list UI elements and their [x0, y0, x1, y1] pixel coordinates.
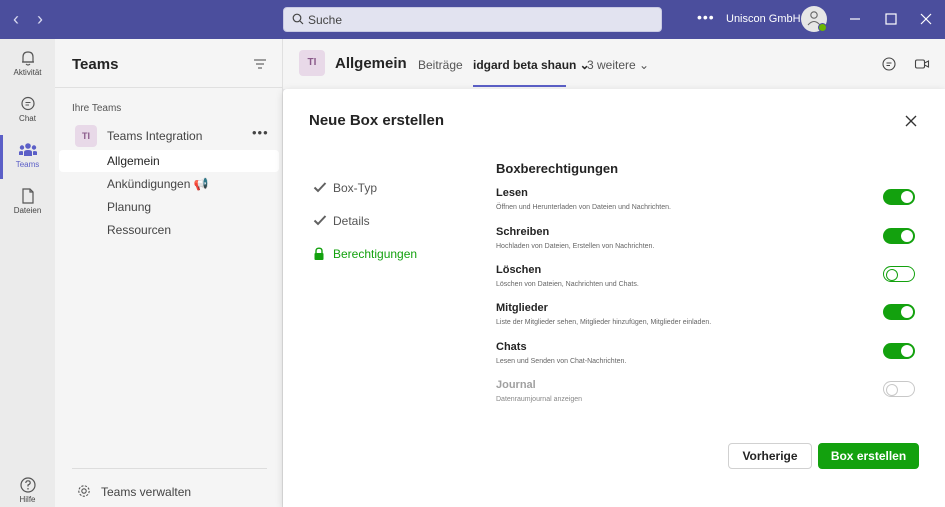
checkmark-icon: [313, 215, 327, 226]
filter-button[interactable]: [253, 57, 267, 75]
rail-item-teams[interactable]: Teams: [0, 135, 55, 179]
gear-icon: [78, 485, 90, 497]
video-camera-icon: [914, 59, 930, 69]
permission-description: Löschen von Dateien, Nachrichten und Cha…: [496, 281, 639, 288]
permission-chats: Chats Lesen und Senden von Chat-Nachrich…: [496, 341, 916, 365]
step-label: Details: [333, 214, 370, 228]
divider: [72, 468, 267, 469]
manage-teams-label: Teams verwalten: [101, 485, 192, 499]
permission-title: Journal: [496, 379, 536, 391]
permission-description: Öffnen und Herunterladen von Dateien und…: [496, 204, 671, 211]
minimize-button[interactable]: [847, 11, 863, 27]
back-arrow-icon[interactable]: ‹: [6, 9, 26, 29]
permission-description: Liste der Mitglieder sehen, Mitglieder h…: [496, 319, 712, 326]
tab-idgard[interactable]: idgard beta shaun ⌄: [473, 58, 590, 72]
permissions-heading: Boxberechtigungen: [496, 161, 619, 176]
app-rail: Aktivität Chat Teams Dateien Hilfe: [0, 39, 55, 507]
rail-label: Hilfe: [19, 495, 36, 504]
dialog-title: Neue Box erstellen: [309, 112, 445, 129]
toggle-write[interactable]: [883, 228, 915, 244]
team-avatar: TI: [299, 50, 325, 76]
section-label: Ihre Teams: [72, 103, 122, 114]
toggle-members[interactable]: [883, 304, 915, 320]
create-box-dialog: Neue Box erstellen Box-Typ Details Berec…: [283, 89, 945, 507]
permission-title: Schreiben: [496, 226, 550, 238]
channel-title: Allgemein: [335, 55, 407, 72]
rail-item-chat[interactable]: Chat: [0, 89, 55, 133]
permission-description: Datenraumjournal anzeigen: [496, 396, 582, 403]
close-icon: [920, 13, 932, 25]
toggle-journal: [883, 381, 915, 397]
forward-arrow-icon[interactable]: ›: [30, 9, 50, 29]
rail-item-activity[interactable]: Aktivität: [0, 43, 55, 87]
chat-icon: [20, 96, 35, 111]
checkmark-icon: [313, 182, 327, 193]
step-label: Berechtigungen: [333, 247, 418, 261]
team-name[interactable]: Teams Integration: [107, 129, 202, 143]
rail-label: Teams: [15, 160, 40, 169]
channel-item-planung[interactable]: Planung: [59, 196, 279, 218]
meet-button[interactable]: [914, 56, 930, 77]
team-more-button[interactable]: •••: [252, 125, 269, 140]
search-icon: [292, 13, 304, 25]
more-options-button[interactable]: •••: [697, 9, 715, 25]
create-box-button[interactable]: Box erstellen: [818, 443, 919, 469]
chat-icon: [882, 57, 896, 71]
search-input[interactable]: Suche: [283, 7, 662, 32]
team-avatar: TI: [75, 125, 97, 147]
minimize-icon: [850, 18, 860, 20]
toggle-chats[interactable]: [883, 343, 915, 359]
maximize-button[interactable]: [883, 11, 899, 27]
permission-delete: Löschen Löschen von Dateien, Nachrichten…: [496, 264, 916, 288]
rail-label: Dateien: [13, 206, 42, 215]
permission-title: Löschen: [496, 264, 542, 276]
divider: [55, 87, 283, 88]
channel-item-ankuendigungen[interactable]: Ankündigungen 📢: [59, 173, 279, 195]
active-tab-indicator: [473, 85, 566, 87]
permission-journal: Journal Datenraumjournal anzeigen: [496, 379, 916, 403]
permission-description: Hochladen von Dateien, Erstellen von Nac…: [496, 243, 655, 250]
permission-description: Lesen und Senden von Chat-Nachrichten.: [496, 358, 627, 365]
panel-title: Teams: [72, 56, 119, 73]
permission-title: Mitglieder: [496, 302, 548, 314]
permission-read: Lesen Öffnen und Herunterladen von Datei…: [496, 187, 916, 211]
rail-label: Aktivität: [13, 68, 42, 77]
close-window-button[interactable]: [918, 11, 934, 27]
organization-name[interactable]: Uniscon GmbH: [726, 13, 801, 25]
conversation-button[interactable]: [881, 56, 897, 77]
tab-more[interactable]: 3 weitere ⌄: [587, 58, 649, 72]
file-icon: [21, 188, 34, 204]
teams-icon: [18, 143, 37, 156]
channel-item-allgemein[interactable]: Allgemein: [59, 150, 279, 172]
close-icon: [905, 115, 917, 127]
close-dialog-button[interactable]: [905, 114, 917, 132]
channel-header: TI Allgemein Beiträge idgard beta shaun …: [283, 39, 945, 89]
help-icon: [19, 477, 36, 493]
step-label: Box-Typ: [333, 181, 378, 195]
tab-posts[interactable]: Beiträge: [418, 58, 463, 72]
permission-title: Chats: [496, 341, 527, 353]
rail-label: Chat: [19, 114, 36, 123]
rail-item-help[interactable]: Hilfe: [0, 470, 55, 507]
maximize-icon: [885, 13, 897, 25]
permission-write: Schreiben Hochladen von Dateien, Erstell…: [496, 226, 916, 250]
bell-icon: [21, 51, 34, 66]
lock-icon: [314, 247, 324, 260]
filter-icon: [254, 59, 266, 69]
rail-item-files[interactable]: Dateien: [0, 181, 55, 225]
title-bar: ‹ › Suche ••• Uniscon GmbH: [0, 0, 945, 39]
presence-indicator: [818, 23, 827, 32]
active-indicator: [0, 135, 3, 179]
channel-item-ressourcen[interactable]: Ressourcen: [59, 219, 279, 241]
toggle-read[interactable]: [883, 189, 915, 205]
teams-panel: Teams Ihre Teams TI Teams Integration ••…: [55, 39, 283, 507]
toggle-delete[interactable]: [883, 266, 915, 282]
permission-members: Mitglieder Liste der Mitglieder sehen, M…: [496, 302, 916, 326]
permission-title: Lesen: [496, 187, 528, 199]
previous-button[interactable]: Vorherige: [728, 443, 812, 469]
search-placeholder: Suche: [308, 13, 343, 27]
